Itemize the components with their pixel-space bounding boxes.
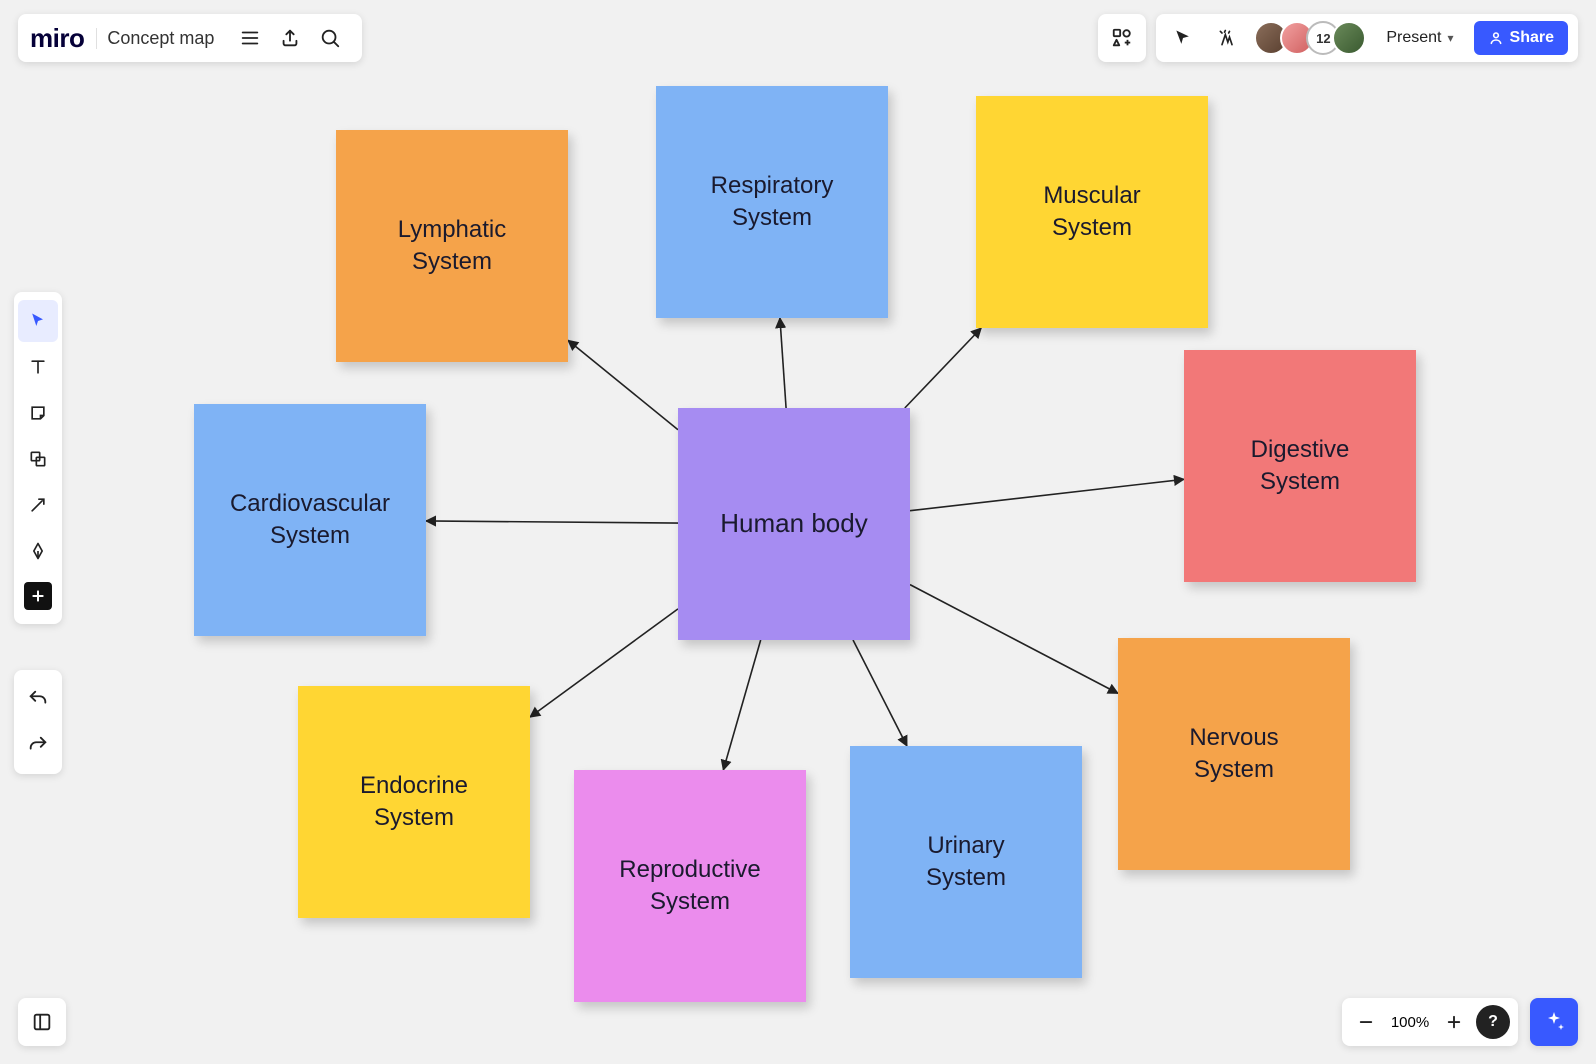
sticky-note-nervous[interactable]: Nervous System <box>1118 638 1350 870</box>
sticky-note-respiratory[interactable]: Respiratory System <box>656 86 888 318</box>
sticky-note-endocrine[interactable]: Endocrine System <box>298 686 530 918</box>
connector-reproductive[interactable] <box>723 640 760 770</box>
connector-muscular[interactable] <box>905 328 981 408</box>
redo-button[interactable] <box>18 724 58 766</box>
undo-redo-panel <box>14 670 62 774</box>
canvas[interactable]: Human body Lymphatic System Respiratory Sy… <box>0 0 1596 1064</box>
connector-digestive[interactable] <box>910 479 1184 510</box>
sticky-note-urinary[interactable]: Urinary System <box>850 746 1082 978</box>
cursor-mode-icon[interactable] <box>1166 18 1200 58</box>
avatar[interactable] <box>1332 21 1366 55</box>
connector-endocrine[interactable] <box>530 609 678 717</box>
share-button[interactable]: Share <box>1474 21 1568 55</box>
connector-urinary[interactable] <box>853 640 907 746</box>
top-right-cluster: 12 Present ▾ Share <box>1098 14 1578 62</box>
sticky-note-muscular[interactable]: Muscular System <box>976 96 1208 328</box>
bottom-right-cluster: 100% ? <box>1342 998 1578 1046</box>
share-label: Share <box>1510 29 1554 47</box>
reactions-icon[interactable] <box>1210 18 1244 58</box>
zoom-level[interactable]: 100% <box>1388 1014 1432 1031</box>
sticky-note-reproductive[interactable]: Reproductive System <box>574 770 806 1002</box>
shape-tool[interactable] <box>18 438 58 480</box>
menu-icon[interactable] <box>230 18 270 58</box>
collaborator-avatars[interactable]: 12 <box>1254 21 1366 55</box>
top-left-toolbar: miro Concept map <box>18 14 362 62</box>
sticky-note-digestive[interactable]: Digestive System <box>1184 350 1416 582</box>
chevron-down-icon: ▾ <box>1448 31 1454 45</box>
apps-button[interactable] <box>1098 14 1146 62</box>
zoom-in-button[interactable] <box>1438 1002 1470 1042</box>
connector-respiratory[interactable] <box>780 318 786 408</box>
help-button[interactable]: ? <box>1476 1005 1510 1039</box>
connector-lymphatic[interactable] <box>568 340 678 429</box>
collab-panel: 12 Present ▾ Share <box>1156 14 1578 62</box>
ai-assist-button[interactable] <box>1530 998 1578 1046</box>
text-tool[interactable] <box>18 346 58 388</box>
connector-tool[interactable] <box>18 484 58 526</box>
undo-button[interactable] <box>18 678 58 720</box>
sticky-note-lymphatic[interactable]: Lymphatic System <box>336 130 568 362</box>
frames-panel-button[interactable] <box>18 998 66 1046</box>
sticky-note-cardiovascular[interactable]: Cardiovascular System <box>194 404 426 636</box>
sticky-note-human-body[interactable]: Human body <box>678 408 910 640</box>
select-tool[interactable] <box>18 300 58 342</box>
add-more-tool[interactable] <box>24 582 52 610</box>
connector-nervous[interactable] <box>910 585 1118 694</box>
present-label: Present <box>1386 29 1441 47</box>
zoom-panel: 100% ? <box>1342 998 1518 1046</box>
zoom-out-button[interactable] <box>1350 1002 1382 1042</box>
pen-tool[interactable] <box>18 530 58 572</box>
board-title[interactable]: Concept map <box>96 28 224 49</box>
left-toolbar <box>14 292 62 624</box>
connector-cardiovascular[interactable] <box>426 521 678 523</box>
sticky-note-tool[interactable] <box>18 392 58 434</box>
present-button[interactable]: Present ▾ <box>1376 14 1463 62</box>
export-icon[interactable] <box>270 18 310 58</box>
search-icon[interactable] <box>310 18 350 58</box>
app-logo[interactable]: miro <box>30 23 84 54</box>
